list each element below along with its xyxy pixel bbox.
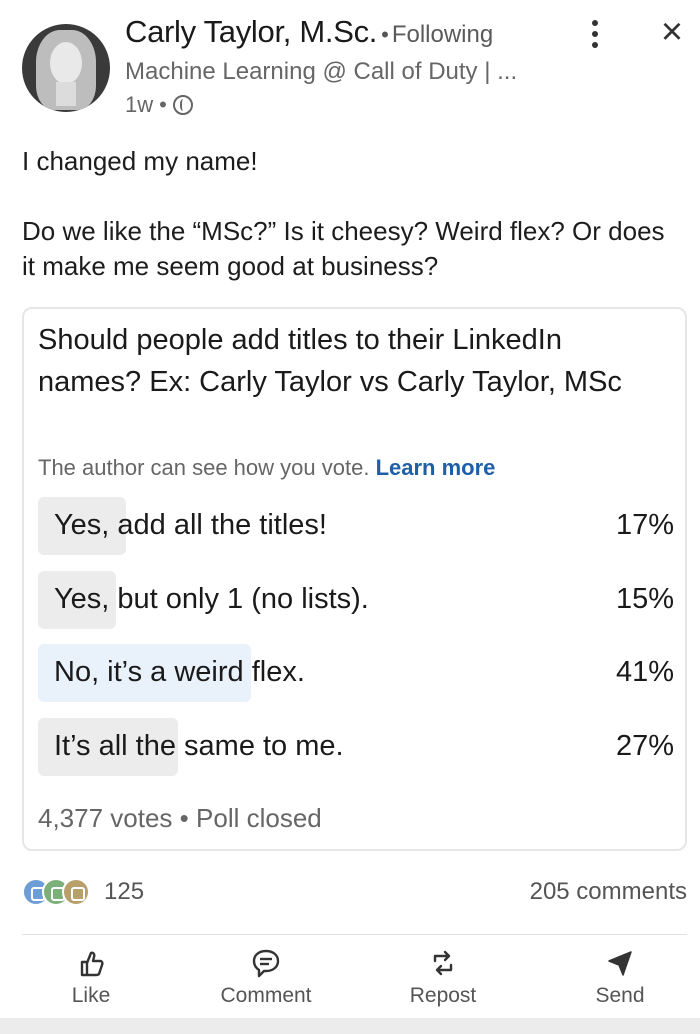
post-meta: 1w • [125,92,193,118]
poll-option[interactable]: Yes, but only 1 (no lists). 15% [38,571,674,629]
social-counts: 125 205 comments [22,876,687,910]
poll-option-percent: 17% [615,509,674,541]
reactions-icons[interactable] [22,878,102,908]
poll-option[interactable]: No, it’s a weird flex. 41% [38,644,674,702]
poll-option-percent: 27% [615,730,674,762]
poll-option-label: It’s all the same to me. [54,730,344,762]
author-avatar[interactable] [22,24,110,112]
thumbs-up-icon [76,946,106,980]
send-icon [605,946,635,980]
author-name[interactable]: Carly Taylor, M.Sc. [125,14,377,49]
poll-status: Poll closed [196,803,322,833]
more-dot-icon [592,20,598,26]
more-options-button[interactable] [580,14,610,54]
divider [22,934,687,935]
repost-label: Repost [409,984,477,1007]
more-dot-icon [592,31,598,37]
action-bar: Like Comment Repost Send [0,940,700,1015]
support-icon [62,878,90,906]
avatar-face [50,42,82,84]
poll-option-label: Yes, but only 1 (no lists). [54,583,369,615]
poll-option[interactable]: Yes, add all the titles! 17% [38,497,674,555]
post-paragraph: I changed my name! [22,146,258,176]
learn-more-link[interactable]: Learn more [376,455,496,480]
poll-option-label: Yes, add all the titles! [54,509,327,541]
bottom-strip [0,1018,700,1034]
poll-option-percent: 41% [615,656,674,688]
comments-count[interactable]: 205 comments [530,878,687,906]
poll-note-text: The author can see how you vote. [38,455,370,480]
poll-option-label: No, it’s a weird flex. [54,656,305,688]
poll-question: Should people add titles to their Linked… [38,324,622,398]
post-paragraph: Do we like the “MSc?” Is it cheesy? Weir… [22,216,665,281]
reaction-count[interactable]: 125 [104,878,144,906]
repost-icon [428,946,458,980]
avatar-neck [56,82,76,106]
poll-footer: 4,377 votes • Poll closed [38,803,322,834]
send-label: Send [595,984,645,1007]
name-separator: • [381,22,389,47]
poll-card: Should people add titles to their Linked… [22,307,687,851]
repost-button[interactable]: Repost [400,940,486,1015]
poll-note: The author can see how you vote. Learn m… [38,455,495,481]
more-dot-icon [592,42,598,48]
following-status[interactable]: Following [392,21,493,48]
close-icon[interactable]: × [652,12,692,52]
post-body: I changed my name! Do we like the “MSc?”… [22,144,682,319]
like-button[interactable]: Like [56,940,126,1015]
comment-label: Comment [220,984,312,1007]
time-separator: • [159,92,167,117]
author-headline: Machine Learning @ Call of Duty | ... [125,58,518,85]
send-button[interactable]: Send [588,940,652,1015]
author-name-line: Carly Taylor, M.Sc. • Following [125,14,493,50]
comment-button[interactable]: Comment [211,940,321,1015]
poll-option-percent: 15% [615,583,674,615]
globe-icon [172,95,193,115]
post-header: Carly Taylor, M.Sc. • Following Machine Le… [0,0,700,130]
post-time: 1w [125,92,154,117]
like-label: Like [71,984,111,1007]
poll-option[interactable]: It’s all the same to me. 27% [38,718,674,776]
comment-icon [251,946,281,980]
poll-votes[interactable]: 4,377 votes [38,803,172,833]
poll-status-separator: • [179,803,189,833]
